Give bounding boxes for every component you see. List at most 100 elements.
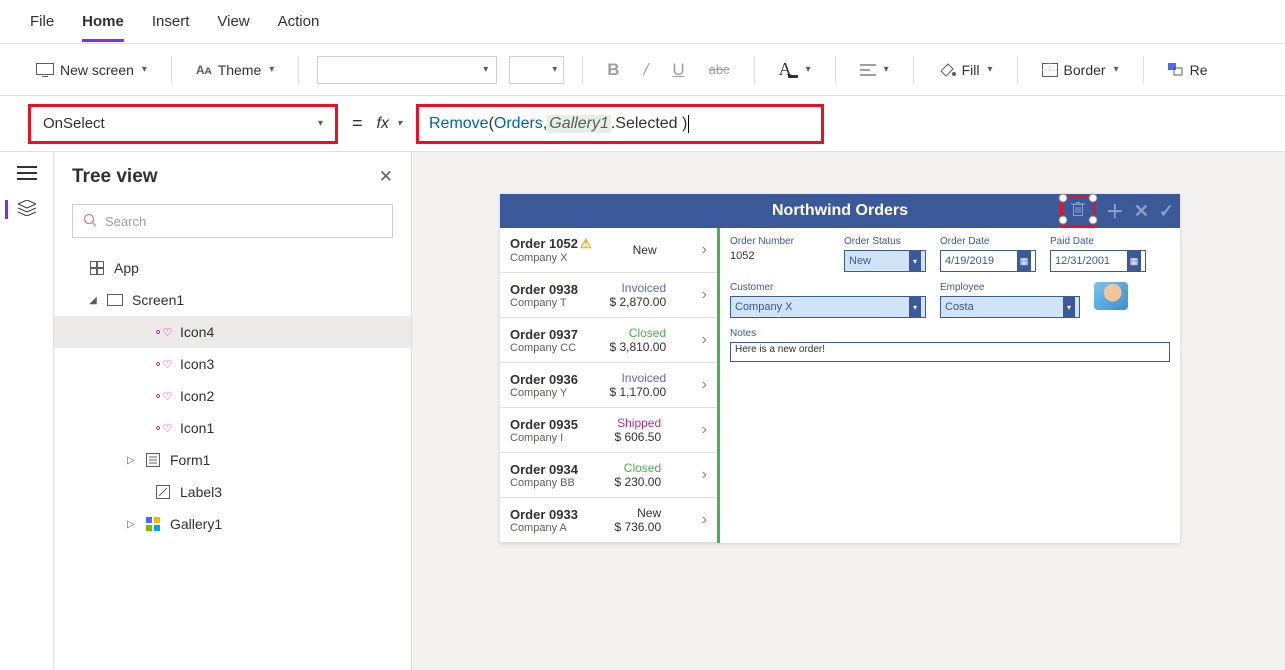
tree-label: Icon4 — [180, 324, 214, 340]
reorder-icon — [1168, 63, 1184, 77]
border-icon — [1042, 63, 1058, 77]
tree-node-icon1[interactable]: ⚬♡ Icon1 — [54, 412, 411, 444]
layers-icon[interactable] — [5, 200, 36, 219]
chevron-right-icon: › — [702, 376, 707, 394]
selection-handles — [1053, 188, 1103, 230]
font-color-button[interactable]: A▾ — [773, 55, 817, 84]
tree-node-icon3[interactable]: ⚬♡ Icon3 — [54, 348, 411, 380]
chevron-right-icon: › — [702, 421, 707, 439]
tree-label: Label3 — [180, 484, 222, 500]
formula-input[interactable]: Remove( Orders, Gallery1.Selected ) — [416, 104, 824, 144]
menu-home[interactable]: Home — [82, 13, 124, 42]
order-status-label: Order Status — [844, 236, 926, 247]
separator — [582, 56, 583, 84]
theme-icon: Aᴀ — [196, 63, 212, 77]
gallery-row[interactable]: Order 0934Company BBClosed$ 230.00› — [500, 453, 717, 498]
align-button[interactable]: ▾ — [854, 60, 895, 80]
canvas[interactable]: Northwind Orders ＋ ✕ ✓ — [412, 152, 1285, 670]
gallery-row[interactable]: Order 0937Company CCClosed$ 3,810.00› — [500, 318, 717, 363]
font-family-select[interactable]: ▾ — [317, 56, 497, 84]
chevron-down-icon: ▾ — [269, 64, 274, 75]
order-id: Order 0935 — [510, 417, 578, 432]
order-status-select[interactable]: New▾ — [844, 250, 926, 272]
fx-button[interactable]: fx▾ — [377, 115, 402, 133]
tree-label: Icon3 — [180, 356, 214, 372]
chevron-right-icon: › — [702, 241, 707, 259]
paint-bucket-icon — [938, 62, 956, 78]
app-icon — [88, 261, 106, 275]
order-date-input[interactable]: 4/19/2019▦ — [940, 250, 1036, 272]
tree-node-form1[interactable]: ▷ Form1 — [54, 444, 411, 476]
chevron-right-icon: › — [702, 286, 707, 304]
reorder-button[interactable]: Re — [1162, 58, 1214, 82]
property-selector[interactable]: OnSelect ▾ — [28, 104, 338, 144]
bold-button[interactable]: B — [601, 56, 625, 84]
order-id: Order 0936 — [510, 372, 578, 387]
app-preview: Northwind Orders ＋ ✕ ✓ — [500, 194, 1180, 543]
collapse-icon[interactable]: ◢ — [88, 295, 98, 306]
tree-node-icon2[interactable]: ⚬♡ Icon2 — [54, 380, 411, 412]
calendar-icon: ▦ — [1017, 250, 1031, 272]
notes-input[interactable]: Here is a new order! — [730, 342, 1170, 362]
separator — [754, 56, 755, 84]
order-date-label: Order Date — [940, 236, 1036, 247]
order-id: Order 0934 — [510, 462, 578, 477]
customer-select[interactable]: Company X▾ — [730, 296, 926, 318]
search-input[interactable]: Search — [72, 204, 393, 238]
font-size-select[interactable]: ▾ — [509, 56, 564, 84]
tree-label: Screen1 — [132, 292, 184, 308]
tree-node-gallery1[interactable]: ▷ Gallery1 — [54, 508, 411, 540]
tree-node-label3[interactable]: Label3 — [54, 476, 411, 508]
italic-button[interactable]: / — [638, 56, 655, 84]
app-title-bar: Northwind Orders ＋ ✕ ✓ — [500, 194, 1180, 228]
add-icon[interactable]: ＋ — [1106, 198, 1124, 224]
tree-node-app[interactable]: App — [54, 252, 411, 284]
new-screen-button[interactable]: New screen ▾ — [30, 58, 153, 82]
gallery-row[interactable]: Order 0933Company ANew$ 736.00› — [500, 498, 717, 543]
menu-view[interactable]: View — [217, 13, 249, 30]
screen-icon — [106, 294, 124, 306]
menu-insert[interactable]: Insert — [152, 13, 190, 30]
expand-icon[interactable]: ▷ — [126, 455, 136, 466]
close-icon[interactable]: ✕ — [379, 167, 393, 187]
fill-button[interactable]: Fill ▾ — [932, 58, 999, 82]
order-amount: $ 1,170.00 — [609, 385, 666, 399]
theme-button[interactable]: Aᴀ Theme ▾ — [190, 58, 280, 82]
gallery-row[interactable]: Order 0936Company YInvoiced$ 1,170.00› — [500, 363, 717, 408]
icon-glyph-icon: ⚬♡ — [154, 326, 172, 339]
underline-button[interactable]: U — [666, 56, 690, 84]
delete-button[interactable] — [1060, 195, 1096, 228]
form-icon — [144, 453, 162, 467]
gallery-row[interactable]: Order 0938Company TInvoiced$ 2,870.00› — [500, 273, 717, 318]
menu-file[interactable]: File — [30, 13, 54, 30]
chevron-down-icon: ▾ — [1063, 296, 1075, 318]
gallery-row[interactable]: Order 1052⚠Company XNew› — [500, 228, 717, 273]
strike-button[interactable]: abc — [703, 58, 736, 81]
menu-action[interactable]: Action — [278, 13, 320, 30]
order-detail-form: Order Number 1052 Order Status New▾ Orde… — [720, 228, 1180, 543]
accept-icon[interactable]: ✓ — [1159, 201, 1174, 222]
chevron-down-icon: ▾ — [909, 296, 921, 318]
order-gallery[interactable]: Order 1052⚠Company XNew›Order 0938Compan… — [500, 228, 720, 543]
order-amount: $ 3,810.00 — [609, 340, 666, 354]
company-name: Company A — [510, 522, 578, 534]
tree: App ◢ Screen1 ⚬♡ Icon4 ⚬♡ Icon3 ⚬♡ Icon2… — [54, 248, 411, 544]
calendar-icon: ▦ — [1127, 250, 1141, 272]
border-button[interactable]: Border ▾ — [1036, 58, 1125, 82]
gallery-icon — [144, 517, 162, 531]
paid-date-input[interactable]: 12/31/2001▦ — [1050, 250, 1146, 272]
hamburger-icon[interactable] — [17, 166, 37, 180]
tree-node-icon4[interactable]: ⚬♡ Icon4 — [54, 316, 411, 348]
tree-node-screen1[interactable]: ◢ Screen1 — [54, 284, 411, 316]
gallery-row[interactable]: Order 0935Company IShipped$ 606.50› — [500, 408, 717, 453]
cancel-icon[interactable]: ✕ — [1134, 201, 1149, 222]
warning-icon: ⚠ — [580, 236, 592, 251]
employee-select[interactable]: Costa▾ — [940, 296, 1080, 318]
employee-label: Employee — [940, 282, 1080, 293]
tree-label: Icon1 — [180, 420, 214, 436]
order-amount: $ 606.50 — [614, 430, 661, 444]
icon-glyph-icon: ⚬♡ — [154, 358, 172, 371]
formula-bar: OnSelect ▾ = fx▾ Remove( Orders, Gallery… — [0, 96, 1285, 152]
expand-icon[interactable]: ▷ — [126, 519, 136, 530]
chevron-down-icon: ▾ — [988, 64, 993, 75]
